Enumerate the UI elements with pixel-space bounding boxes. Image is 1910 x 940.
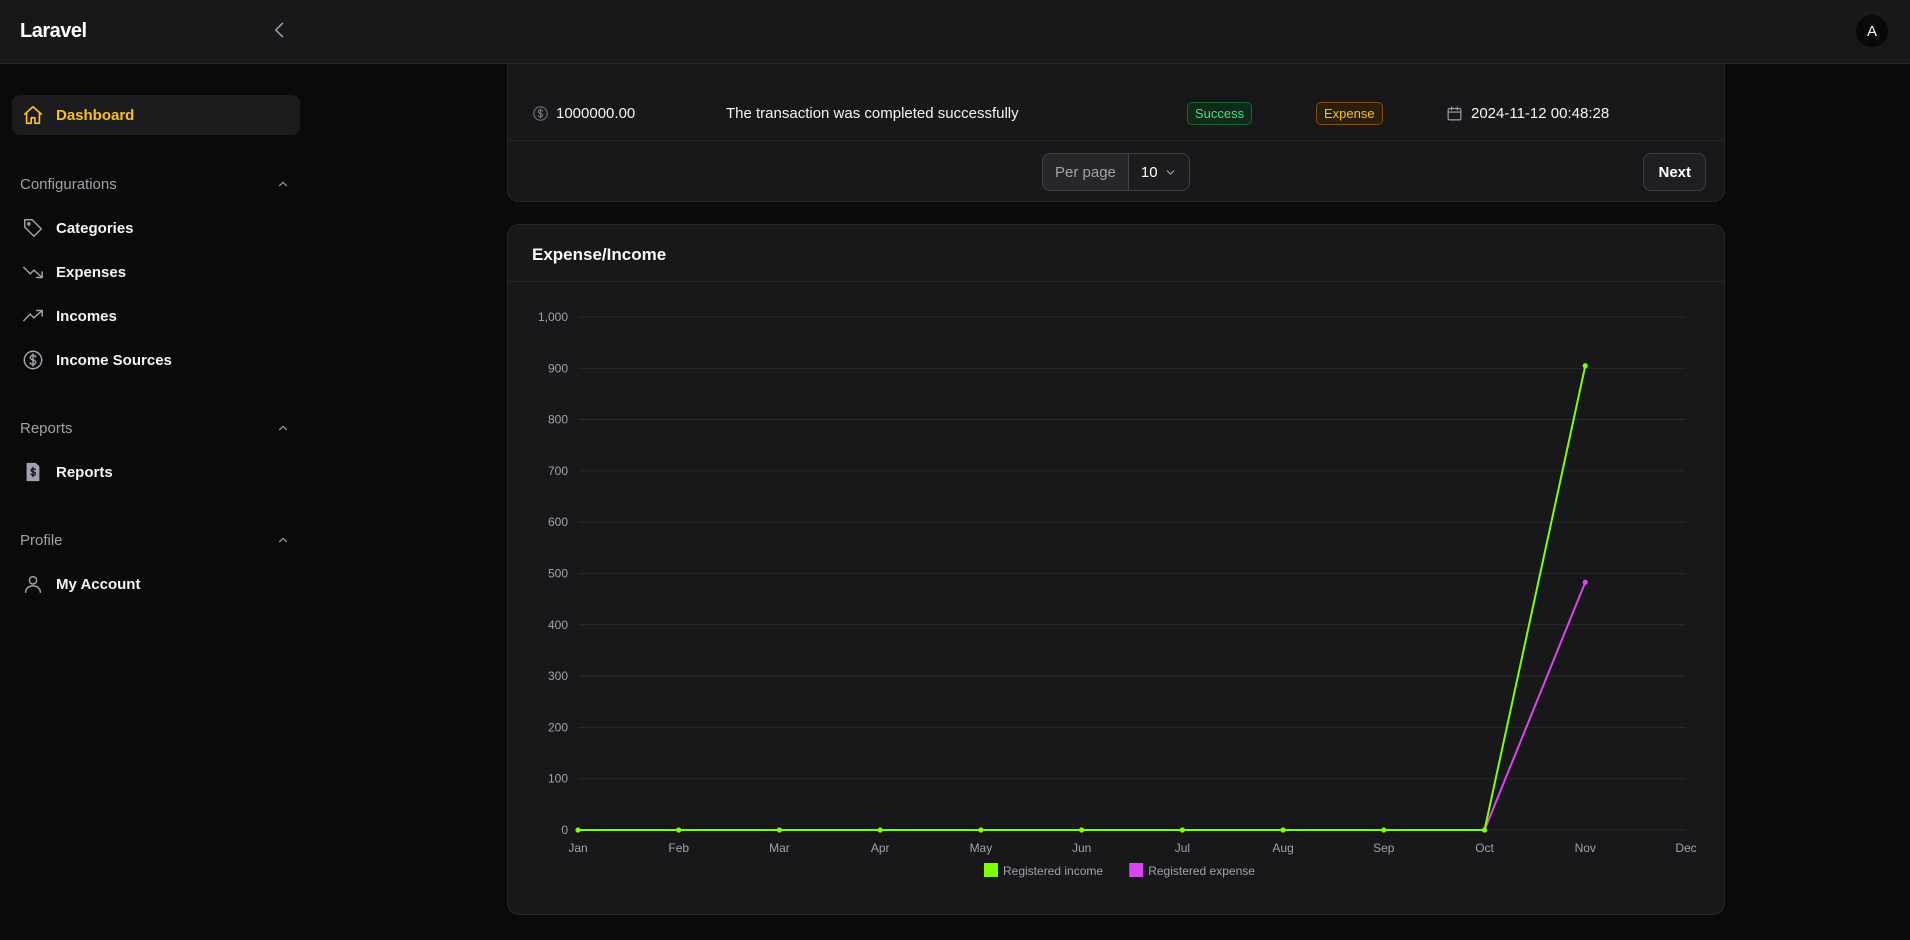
description-cell: The transaction was completed successful… bbox=[726, 104, 1019, 122]
y-tick-label: 200 bbox=[548, 720, 568, 734]
y-tick-label: 600 bbox=[548, 515, 568, 529]
sidebar-item-categories[interactable]: Categories bbox=[12, 208, 300, 248]
sidebar-item-income-sources[interactable]: Income Sources bbox=[12, 340, 300, 380]
y-tick-label: 0 bbox=[561, 823, 568, 837]
data-point bbox=[1079, 827, 1085, 833]
legend-label: Registered expense bbox=[1148, 864, 1255, 878]
x-tick-label: Sep bbox=[1373, 841, 1395, 855]
user-icon bbox=[20, 571, 46, 597]
y-tick-label: 1,000 bbox=[538, 310, 568, 324]
series-line bbox=[1483, 581, 1587, 831]
data-point bbox=[1381, 827, 1387, 833]
dollar-circle-icon bbox=[533, 105, 548, 121]
per-page-control: Per page 10 bbox=[1042, 153, 1190, 191]
sidebar-item-incomes[interactable]: Incomes bbox=[12, 296, 300, 336]
date-cell: 2024-11-12 00:48:28 bbox=[1446, 85, 1609, 141]
x-tick-label: Mar bbox=[769, 841, 790, 855]
x-tick-label: Nov bbox=[1575, 841, 1596, 855]
group-label: Profile bbox=[20, 531, 63, 549]
y-tick-label: 800 bbox=[548, 413, 568, 427]
chevron-up-icon bbox=[278, 537, 288, 543]
date-text: 2024-11-12 00:48:28 bbox=[1471, 104, 1610, 122]
data-point bbox=[1582, 579, 1588, 585]
sidebar-item-my-account[interactable]: My Account bbox=[12, 564, 300, 604]
pagination: Per page 10 Next bbox=[508, 141, 1724, 201]
next-page-button[interactable]: Next bbox=[1643, 153, 1706, 191]
table-row[interactable]: 1000000.00 The transaction was completed… bbox=[508, 85, 1724, 141]
sidebar-item-label: Expenses bbox=[56, 263, 127, 281]
chevron-down-icon bbox=[1166, 169, 1175, 175]
sidebar-item-reports[interactable]: Reports bbox=[12, 452, 300, 492]
x-tick-label: Jul bbox=[1175, 841, 1190, 855]
sidebar-item-label: Income Sources bbox=[56, 351, 172, 369]
collapse-sidebar-button[interactable] bbox=[268, 18, 292, 42]
data-point bbox=[776, 827, 783, 833]
per-page-select[interactable]: 10 bbox=[1128, 154, 1189, 190]
group-label: Configurations bbox=[20, 175, 117, 193]
group-label: Reports bbox=[20, 419, 73, 437]
x-tick-label: Jun bbox=[1072, 841, 1091, 855]
data-point bbox=[676, 827, 682, 833]
data-point bbox=[1481, 827, 1488, 833]
legend-swatch bbox=[1129, 863, 1144, 877]
amount-text: 1000000.00 bbox=[556, 104, 636, 122]
brand-logo[interactable]: Laravel bbox=[20, 20, 87, 43]
sidebar-item-label: Reports bbox=[56, 463, 113, 481]
home-icon bbox=[20, 102, 46, 128]
sidebar-item-label: Incomes bbox=[56, 307, 117, 325]
sidebar-item-label: Categories bbox=[56, 219, 134, 237]
data-point bbox=[1280, 827, 1286, 833]
legend-label: Registered income bbox=[1003, 864, 1103, 878]
type-cell: Expense bbox=[1316, 85, 1383, 141]
data-point bbox=[1179, 827, 1185, 833]
sidebar: Dashboard Configurations Categories Expe… bbox=[0, 64, 310, 940]
x-tick-label: Aug bbox=[1272, 841, 1293, 855]
sidebar-item-dashboard[interactable]: Dashboard bbox=[12, 95, 300, 135]
sidebar-item-label: My Account bbox=[56, 575, 141, 593]
series-line bbox=[578, 365, 1587, 831]
group-configurations-toggle[interactable]: Configurations bbox=[20, 172, 290, 196]
x-tick-label: Oct bbox=[1475, 841, 1494, 855]
x-tick-label: May bbox=[970, 841, 993, 855]
y-tick-label: 900 bbox=[548, 361, 568, 375]
group-reports-toggle[interactable]: Reports bbox=[20, 416, 290, 440]
sidebar-item-label: Dashboard bbox=[56, 106, 135, 124]
user-avatar[interactable]: A bbox=[1856, 15, 1888, 47]
trending-up-icon bbox=[20, 303, 46, 329]
trending-down-icon bbox=[20, 259, 46, 285]
top-bar: Laravel A bbox=[0, 0, 1910, 64]
amount-cell: 1000000.00 bbox=[532, 85, 635, 141]
data-point bbox=[1582, 363, 1588, 369]
status-cell: Success bbox=[1187, 85, 1253, 141]
group-profile-toggle[interactable]: Profile bbox=[20, 528, 290, 552]
per-page-label: Per page bbox=[1043, 154, 1129, 190]
y-tick-label: 300 bbox=[548, 669, 568, 683]
data-point bbox=[877, 827, 883, 833]
expense-income-chart-card: Expense/Income 0 100 200 300 400 500 600 700 800… bbox=[507, 224, 1725, 915]
sidebar-item-expenses[interactable]: Expenses bbox=[12, 252, 300, 292]
chevron-left-icon bbox=[275, 22, 284, 38]
chevron-up-icon bbox=[278, 181, 288, 187]
x-tick-label: Jan bbox=[568, 841, 587, 855]
type-badge: Expense bbox=[1316, 101, 1383, 125]
y-tick-label: 700 bbox=[548, 464, 568, 478]
data-point bbox=[575, 827, 581, 833]
line-chart: 0 100 200 300 400 500 600 700 800 900 1,000 Jan Feb M… bbox=[538, 310, 1697, 878]
y-tick-label: 400 bbox=[548, 618, 568, 632]
per-page-value: 10 bbox=[1140, 163, 1158, 181]
x-tick-label: Feb bbox=[668, 841, 689, 855]
status-badge: Success bbox=[1187, 101, 1253, 125]
legend-swatch bbox=[984, 863, 998, 877]
x-tick-label: Dec bbox=[1675, 841, 1696, 855]
receipt-icon bbox=[20, 459, 46, 485]
x-tick-label: Apr bbox=[871, 841, 890, 855]
data-point bbox=[978, 827, 984, 833]
y-tick-label: 100 bbox=[548, 772, 568, 786]
y-tick-label: 500 bbox=[548, 567, 568, 581]
chevron-up-icon bbox=[278, 425, 288, 431]
tag-icon bbox=[20, 215, 46, 241]
dollar-circle-icon bbox=[20, 347, 46, 373]
calendar-icon bbox=[1447, 106, 1462, 120]
